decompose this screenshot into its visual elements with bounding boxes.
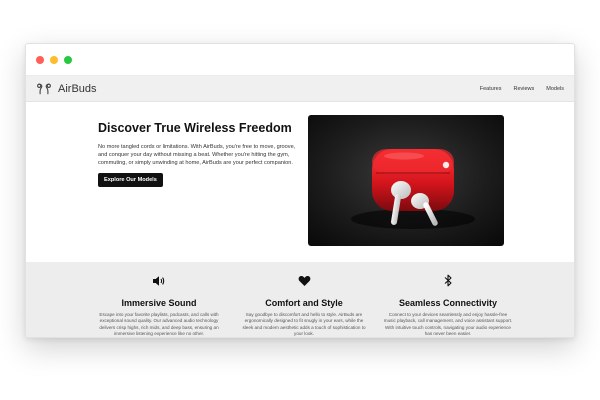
feature-description: Escape into your favorite playlists, pod… bbox=[99, 312, 219, 337]
hero-description: No more tangled cords or limitations. Wi… bbox=[98, 144, 296, 166]
hero-section: Discover True Wireless Freedom No more t… bbox=[26, 102, 574, 248]
feature-title: Comfort and Style bbox=[265, 298, 343, 308]
nav-link-models[interactable]: Models bbox=[546, 86, 564, 92]
window-titlebar bbox=[26, 44, 574, 76]
nav-link-reviews[interactable]: Reviews bbox=[513, 86, 534, 92]
bluetooth-icon bbox=[444, 274, 452, 287]
brand-name: AirBuds bbox=[58, 82, 97, 95]
hero-text-block: Discover True Wireless Freedom No more t… bbox=[98, 120, 298, 187]
stage: AirBuds Features Reviews Models Discover… bbox=[0, 0, 600, 400]
airbuds-case-illustration bbox=[308, 115, 504, 246]
explore-models-button[interactable]: Explore Our Models bbox=[98, 173, 163, 187]
close-window-button[interactable] bbox=[36, 55, 44, 64]
hero-title: Discover True Wireless Freedom bbox=[98, 121, 292, 135]
product-hero-image bbox=[308, 115, 504, 246]
speaker-icon bbox=[153, 276, 165, 286]
heart-icon bbox=[298, 275, 310, 286]
feature-description: Say goodbye to discomfort and hello to s… bbox=[242, 312, 366, 337]
feature-title: Seamless Connectivity bbox=[398, 298, 498, 308]
nav-links: Features Reviews Models bbox=[480, 86, 564, 92]
maximize-window-button[interactable] bbox=[64, 55, 72, 64]
brand-link[interactable]: AirBuds bbox=[36, 83, 97, 95]
feature-description: Connect to your devices seamlessly and e… bbox=[383, 312, 513, 337]
browser-window: AirBuds Features Reviews Models Discover… bbox=[25, 43, 575, 338]
feature-comfort-style: Comfort and Style Say goodbye to discomf… bbox=[239, 274, 369, 337]
airbuds-logo-icon bbox=[37, 83, 51, 94]
feature-immersive-sound: Immersive Sound Escape into your favorit… bbox=[94, 274, 224, 337]
feature-title: Immersive Sound bbox=[121, 298, 197, 308]
features-section: Immersive Sound Escape into your favorit… bbox=[26, 262, 574, 337]
nav-link-features[interactable]: Features bbox=[480, 86, 502, 92]
feature-seamless-connectivity: Seamless Connectivity Connect to your de… bbox=[383, 274, 513, 337]
minimize-window-button[interactable] bbox=[50, 55, 58, 64]
site-navbar: AirBuds Features Reviews Models bbox=[26, 76, 574, 102]
